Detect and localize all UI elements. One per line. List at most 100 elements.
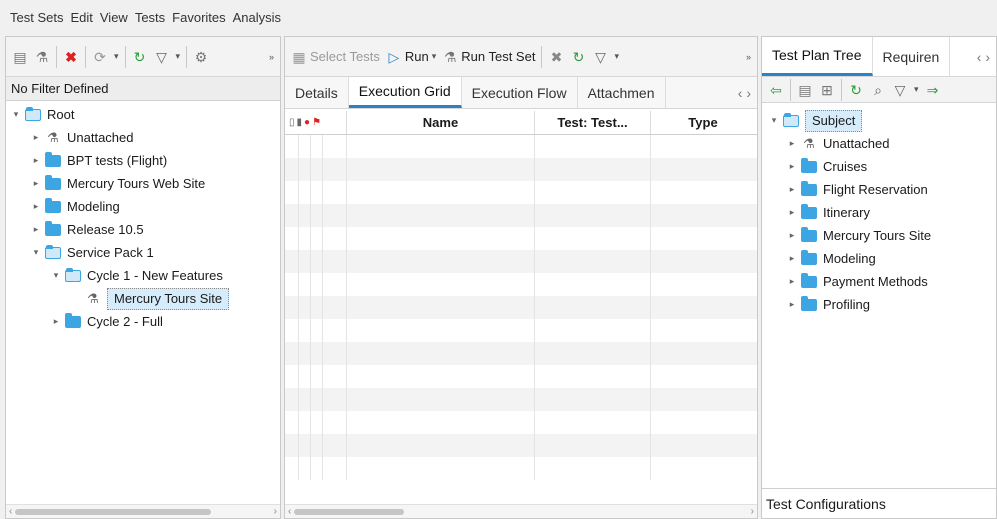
table-cell[interactable]: [323, 365, 347, 388]
expand-arrow-icon[interactable]: ▸: [786, 201, 798, 224]
expand-arrow-icon[interactable]: ▸: [786, 224, 798, 247]
table-cell[interactable]: [535, 342, 651, 365]
table-cell[interactable]: [285, 342, 299, 365]
table-cell[interactable]: [347, 296, 535, 319]
table-cell[interactable]: [347, 250, 535, 273]
tab-execution-flow[interactable]: Execution Flow: [462, 77, 578, 108]
expand-arrow-icon[interactable]: ▸: [786, 178, 798, 201]
expand-arrow-icon[interactable]: ▸: [786, 155, 798, 178]
table-row[interactable]: [285, 434, 757, 457]
refresh-icon[interactable]: ↻: [570, 49, 586, 65]
table-cell[interactable]: [311, 434, 323, 457]
table-cell[interactable]: [651, 227, 755, 250]
table-cell[interactable]: [651, 342, 755, 365]
tree-node[interactable]: ▾ Service Pack 1: [6, 241, 280, 264]
table-cell[interactable]: [347, 342, 535, 365]
table-cell[interactable]: [299, 434, 311, 457]
table-cell[interactable]: [347, 457, 535, 480]
table-cell[interactable]: [347, 158, 535, 181]
table-cell[interactable]: [323, 135, 347, 158]
table-cell[interactable]: [311, 135, 323, 158]
table-row[interactable]: [285, 411, 757, 434]
table-cell[interactable]: [299, 250, 311, 273]
search-icon[interactable]: ⌕: [870, 82, 886, 98]
select-tests-button[interactable]: ▦ Select Tests: [291, 49, 379, 65]
table-cell[interactable]: [535, 204, 651, 227]
expand-arrow-icon[interactable]: ▸: [786, 270, 798, 293]
table-cell[interactable]: [651, 411, 755, 434]
table-cell[interactable]: [311, 457, 323, 480]
menu-analysis[interactable]: Analysis: [233, 10, 281, 25]
table-cell[interactable]: [347, 227, 535, 250]
table-cell[interactable]: [285, 319, 299, 342]
table-cell[interactable]: [299, 181, 311, 204]
tree-node[interactable]: ▸ Payment Methods: [762, 270, 996, 293]
tree-node[interactable]: ▸ Mercury Tours Site: [762, 224, 996, 247]
tab-test-plan-tree[interactable]: Test Plan Tree: [762, 37, 873, 76]
table-cell[interactable]: [299, 296, 311, 319]
run-test-set-button[interactable]: ⚗ Run Test Set: [442, 49, 535, 65]
table-cell[interactable]: [299, 135, 311, 158]
table-cell[interactable]: [323, 158, 347, 181]
table-cell[interactable]: [285, 250, 299, 273]
delete-icon[interactable]: ✖: [63, 49, 79, 65]
table-row[interactable]: [285, 319, 757, 342]
table-row[interactable]: [285, 227, 757, 250]
table-cell[interactable]: [651, 319, 755, 342]
table-cell[interactable]: [311, 319, 323, 342]
find-icon[interactable]: ⚙: [193, 49, 209, 65]
table-cell[interactable]: [311, 204, 323, 227]
tree-node[interactable]: ▸ Modeling: [6, 195, 280, 218]
tree-node[interactable]: ▸ BPT tests (Flight): [6, 149, 280, 172]
table-row[interactable]: [285, 273, 757, 296]
table-cell[interactable]: [323, 250, 347, 273]
menu-edit[interactable]: Edit: [70, 10, 92, 25]
table-row[interactable]: [285, 457, 757, 480]
table-cell[interactable]: [651, 135, 755, 158]
table-cell[interactable]: [535, 319, 651, 342]
table-cell[interactable]: [535, 434, 651, 457]
table-cell[interactable]: [535, 181, 651, 204]
filter-icon[interactable]: ▽: [154, 49, 170, 65]
add-to-set-icon[interactable]: ⇒: [925, 82, 941, 98]
menu-test-sets[interactable]: Test Sets: [10, 10, 63, 25]
table-cell[interactable]: [299, 227, 311, 250]
table-row[interactable]: [285, 181, 757, 204]
table-cell[interactable]: [347, 365, 535, 388]
table-row[interactable]: [285, 388, 757, 411]
tree-node[interactable]: ▸ Itinerary: [762, 201, 996, 224]
tab-requirements[interactable]: Requiren: [873, 37, 951, 76]
right-tab-scroll-arrows[interactable]: ‹ ›: [971, 37, 996, 76]
table-row[interactable]: [285, 158, 757, 181]
table-cell[interactable]: [651, 296, 755, 319]
menu-view[interactable]: View: [100, 10, 128, 25]
table-cell[interactable]: [311, 158, 323, 181]
table-cell[interactable]: [299, 365, 311, 388]
tree-node[interactable]: ▸ Cycle 2 - Full: [6, 310, 280, 333]
expand-icon[interactable]: ⊞: [819, 82, 835, 98]
table-row[interactable]: [285, 135, 757, 158]
table-cell[interactable]: [285, 388, 299, 411]
table-cell[interactable]: [535, 388, 651, 411]
column-name[interactable]: Name: [347, 111, 535, 134]
table-cell[interactable]: [285, 227, 299, 250]
table-cell[interactable]: [323, 273, 347, 296]
expand-arrow-icon[interactable]: ▸: [30, 126, 42, 149]
table-cell[interactable]: [651, 204, 755, 227]
table-cell[interactable]: [299, 388, 311, 411]
table-cell[interactable]: [311, 342, 323, 365]
expand-arrow-icon[interactable]: ▸: [30, 195, 42, 218]
table-row[interactable]: [285, 296, 757, 319]
table-cell[interactable]: [535, 227, 651, 250]
filter-icon[interactable]: ▽: [592, 49, 608, 65]
table-cell[interactable]: [347, 204, 535, 227]
overflow-icon[interactable]: »: [269, 52, 274, 62]
cycle-icon[interactable]: ⟳: [92, 49, 108, 65]
table-cell[interactable]: [323, 181, 347, 204]
tree-node[interactable]: ▸ ⚗ Unattached: [6, 126, 280, 149]
tab-details[interactable]: Details: [285, 77, 349, 108]
table-cell[interactable]: [285, 158, 299, 181]
tab-scroll-arrows[interactable]: ‹ ›: [732, 77, 757, 108]
table-cell[interactable]: [535, 135, 651, 158]
table-cell[interactable]: [285, 365, 299, 388]
